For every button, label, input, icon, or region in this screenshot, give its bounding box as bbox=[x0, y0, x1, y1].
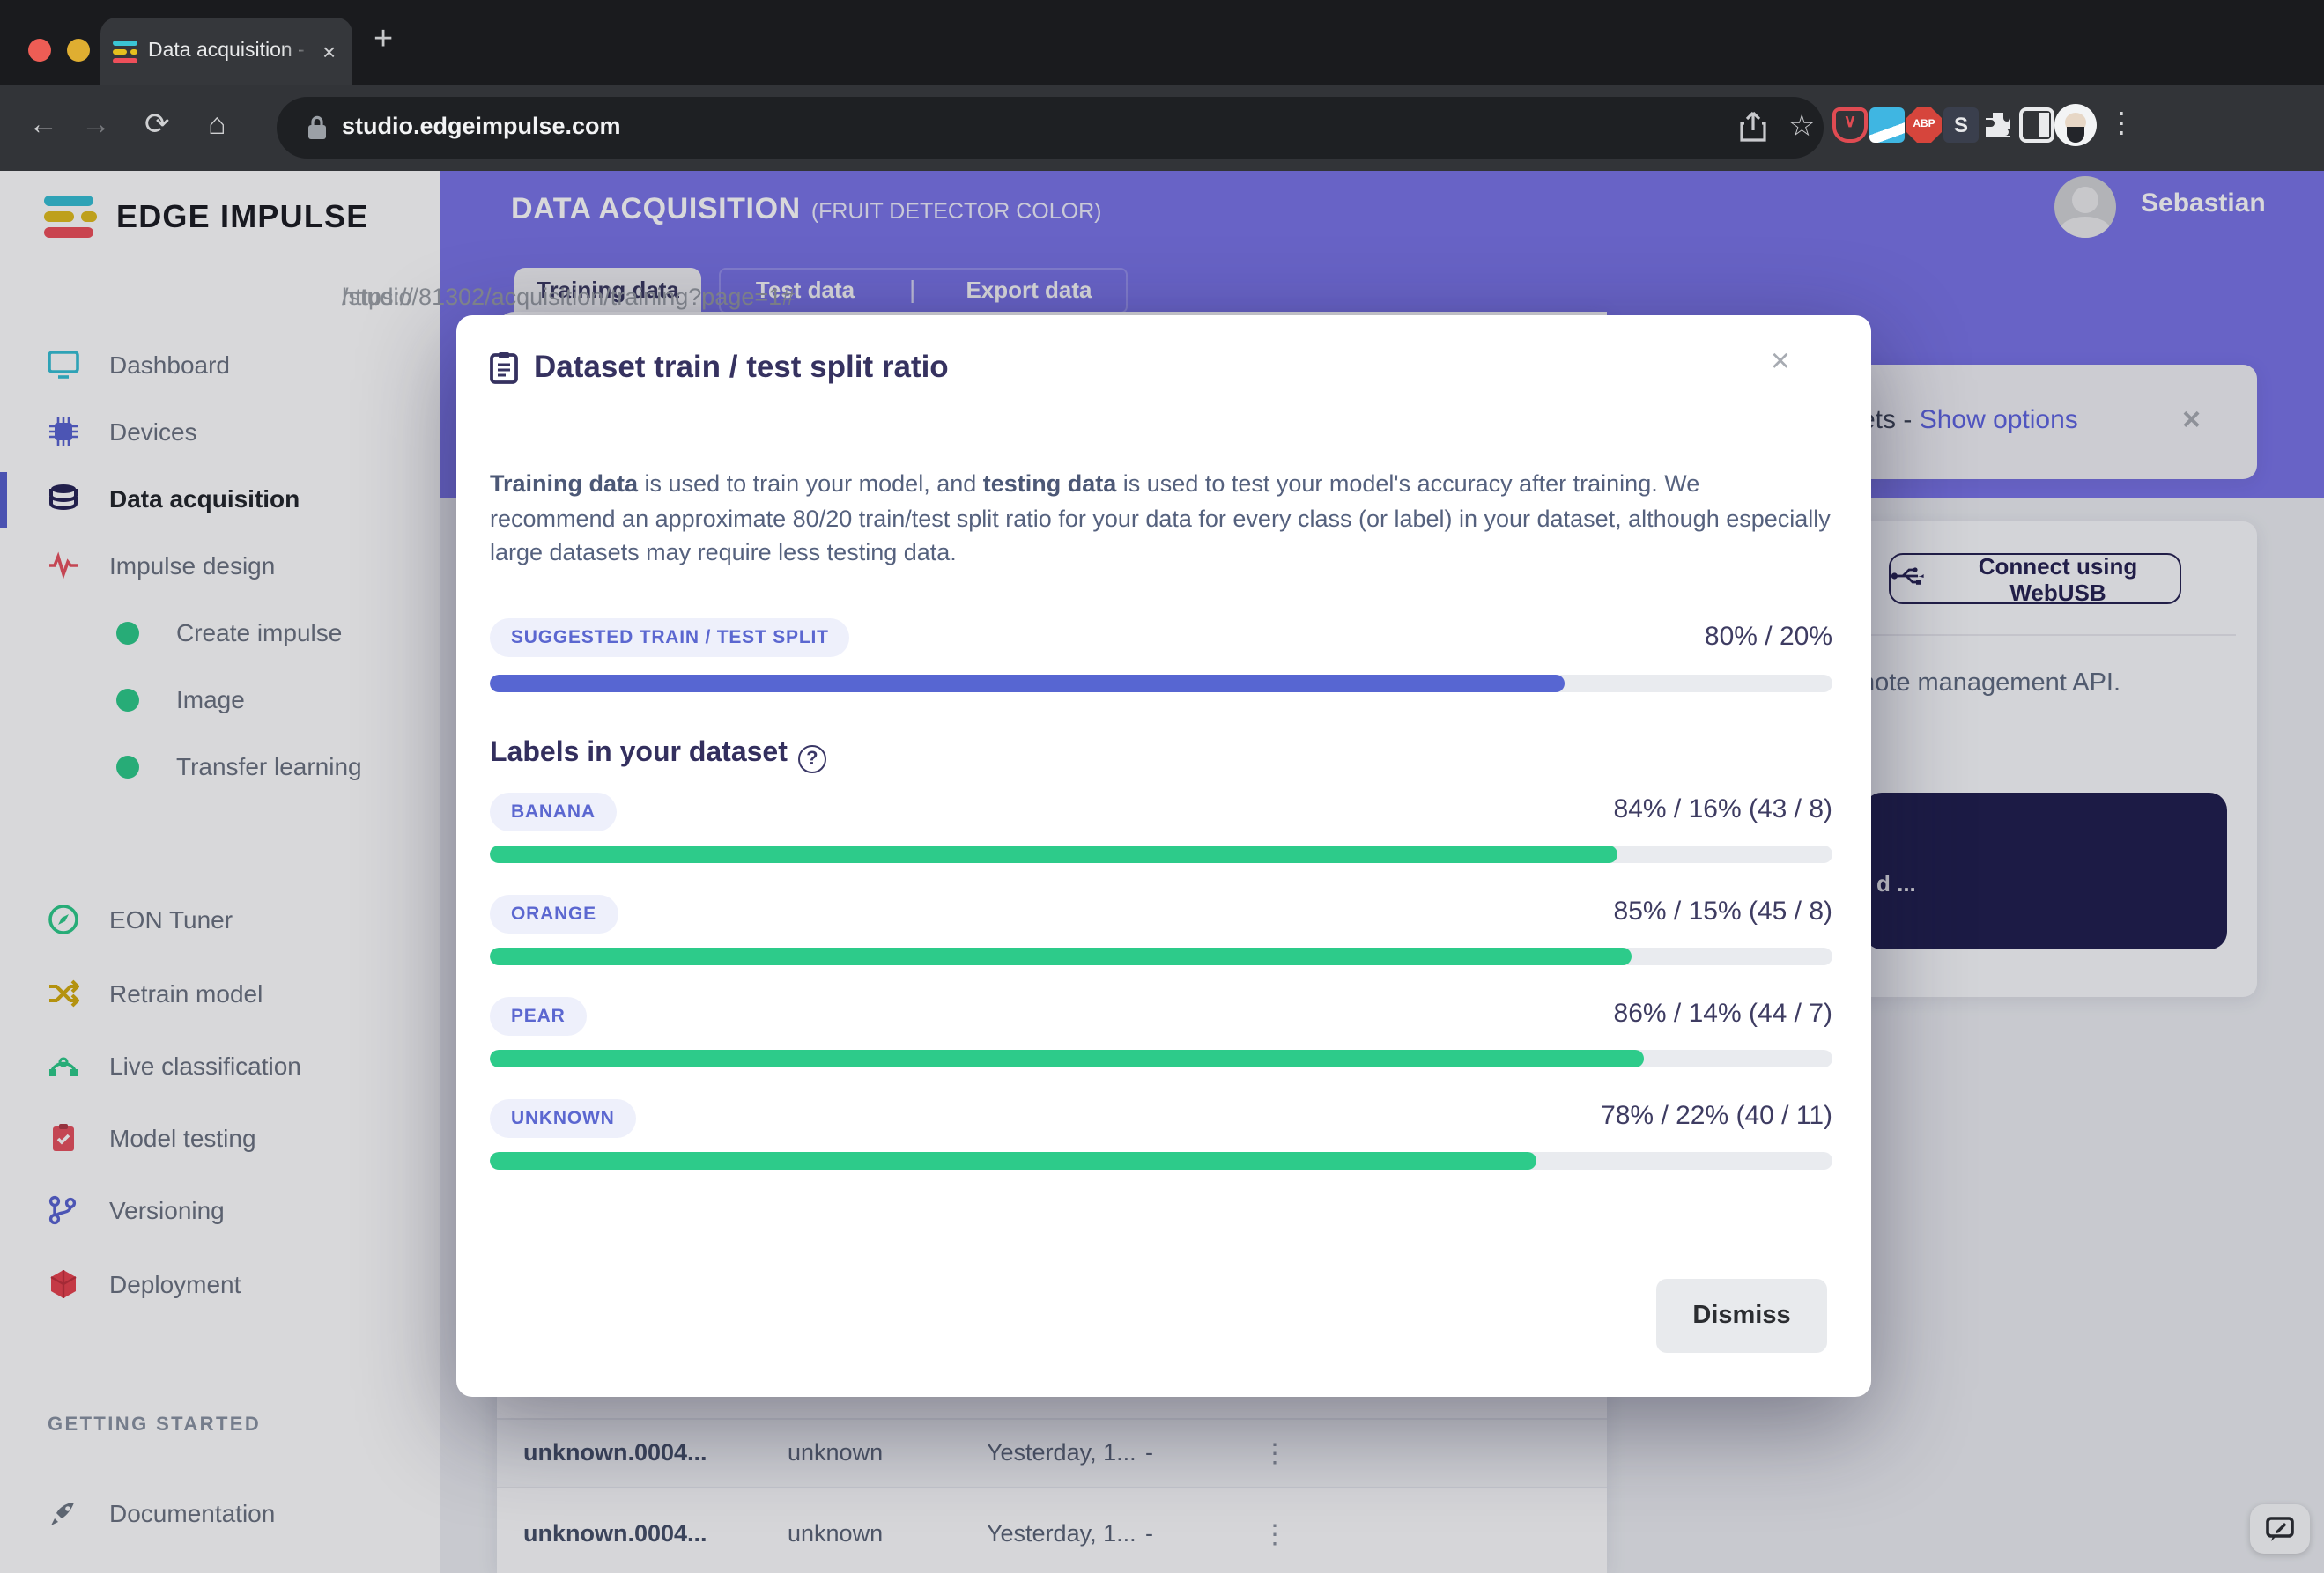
pocket-extension-icon[interactable]: ∨ bbox=[1832, 107, 1868, 143]
train-test-split-modal: Dataset train / test split ratio × Train… bbox=[456, 315, 1871, 1397]
sidebar-toggle-icon[interactable] bbox=[2019, 107, 2054, 143]
forward-icon[interactable]: → bbox=[81, 107, 111, 143]
toolbar: ← → ⟳ ⌂ https://studio.edgeimpulse.com/s… bbox=[0, 85, 2324, 171]
bold-testing-data: testing data bbox=[983, 470, 1117, 497]
traffic-light-minimize[interactable] bbox=[67, 39, 90, 62]
modal-title: Dataset train / test split ratio bbox=[534, 349, 949, 386]
label-badge-orange: ORANGE bbox=[490, 895, 618, 934]
modal-close-icon[interactable]: × bbox=[1771, 343, 1790, 382]
label-bar-orange bbox=[490, 948, 1832, 965]
tab-close-icon[interactable]: × bbox=[322, 38, 336, 64]
label-badge-banana: BANANA bbox=[490, 793, 617, 831]
labels-heading-text: Labels in your dataset bbox=[490, 738, 788, 768]
back-icon[interactable]: ← bbox=[28, 107, 58, 143]
modal-description: Training data is used to train your mode… bbox=[490, 467, 1831, 570]
browser-menu-icon[interactable]: ⋮ bbox=[2107, 106, 2135, 141]
tab-strip: Data acquisition - Fruit Detecto × + bbox=[0, 0, 2324, 85]
suggested-split-value: 80% / 20% bbox=[1705, 622, 1832, 652]
home-icon[interactable]: ⌂ bbox=[208, 107, 226, 143]
address-bar[interactable]: https://studio.edgeimpulse.com/studio/81… bbox=[277, 97, 1824, 159]
edge-impulse-favicon bbox=[113, 40, 137, 63]
label-bar-unknown bbox=[490, 1152, 1832, 1170]
browser-tab[interactable]: Data acquisition - Fruit Detecto × bbox=[100, 18, 352, 85]
labels-heading: Labels in your dataset? bbox=[490, 738, 826, 773]
description-text: is used to train your model, and bbox=[638, 470, 983, 497]
browser-window: Data acquisition - Fruit Detecto × + ← →… bbox=[0, 0, 2324, 1573]
browser-profile-avatar[interactable] bbox=[2054, 104, 2097, 146]
clipboard-icon bbox=[490, 351, 518, 393]
browser-chrome: Data acquisition - Fruit Detecto × + ← →… bbox=[0, 0, 2324, 171]
url-text: https://studio.edgeimpulse.com/studio/81… bbox=[342, 113, 621, 139]
tab-title: Data acquisition - Fruit Detecto bbox=[148, 41, 312, 62]
bookmark-star-icon[interactable]: ☆ bbox=[1788, 109, 1816, 144]
label-bar-pear bbox=[490, 1050, 1832, 1067]
blue-extension-icon[interactable] bbox=[1869, 107, 1905, 143]
suggested-split-badge: SUGGESTED TRAIN / TEST SPLIT bbox=[490, 618, 850, 657]
label-badge-unknown: UNKNOWN bbox=[490, 1099, 636, 1138]
label-value-pear: 86% / 14% (44 / 7) bbox=[1614, 999, 1832, 1029]
label-value-unknown: 78% / 22% (40 / 11) bbox=[1601, 1101, 1832, 1131]
url-domain: studio.edgeimpulse.com bbox=[342, 113, 621, 139]
share-icon[interactable] bbox=[1739, 111, 1767, 151]
help-icon[interactable]: ? bbox=[798, 745, 826, 773]
label-value-banana: 84% / 16% (43 / 8) bbox=[1614, 794, 1832, 824]
extensions-puzzle-icon[interactable] bbox=[1980, 107, 2016, 143]
reload-icon[interactable]: ⟳ bbox=[144, 107, 170, 143]
suggested-split-bar bbox=[490, 675, 1832, 692]
label-bar-banana bbox=[490, 846, 1832, 863]
lock-icon bbox=[307, 114, 328, 150]
bold-training-data: Training data bbox=[490, 470, 638, 497]
adblock-plus-icon[interactable]: ABP bbox=[1906, 107, 1942, 143]
traffic-light-close[interactable] bbox=[28, 39, 51, 62]
s-extension-icon[interactable]: S bbox=[1943, 107, 1979, 143]
label-badge-pear: PEAR bbox=[490, 997, 587, 1036]
new-tab-icon[interactable]: + bbox=[374, 21, 393, 60]
dismiss-button[interactable]: Dismiss bbox=[1656, 1279, 1827, 1353]
label-value-orange: 85% / 15% (45 / 8) bbox=[1614, 897, 1832, 927]
